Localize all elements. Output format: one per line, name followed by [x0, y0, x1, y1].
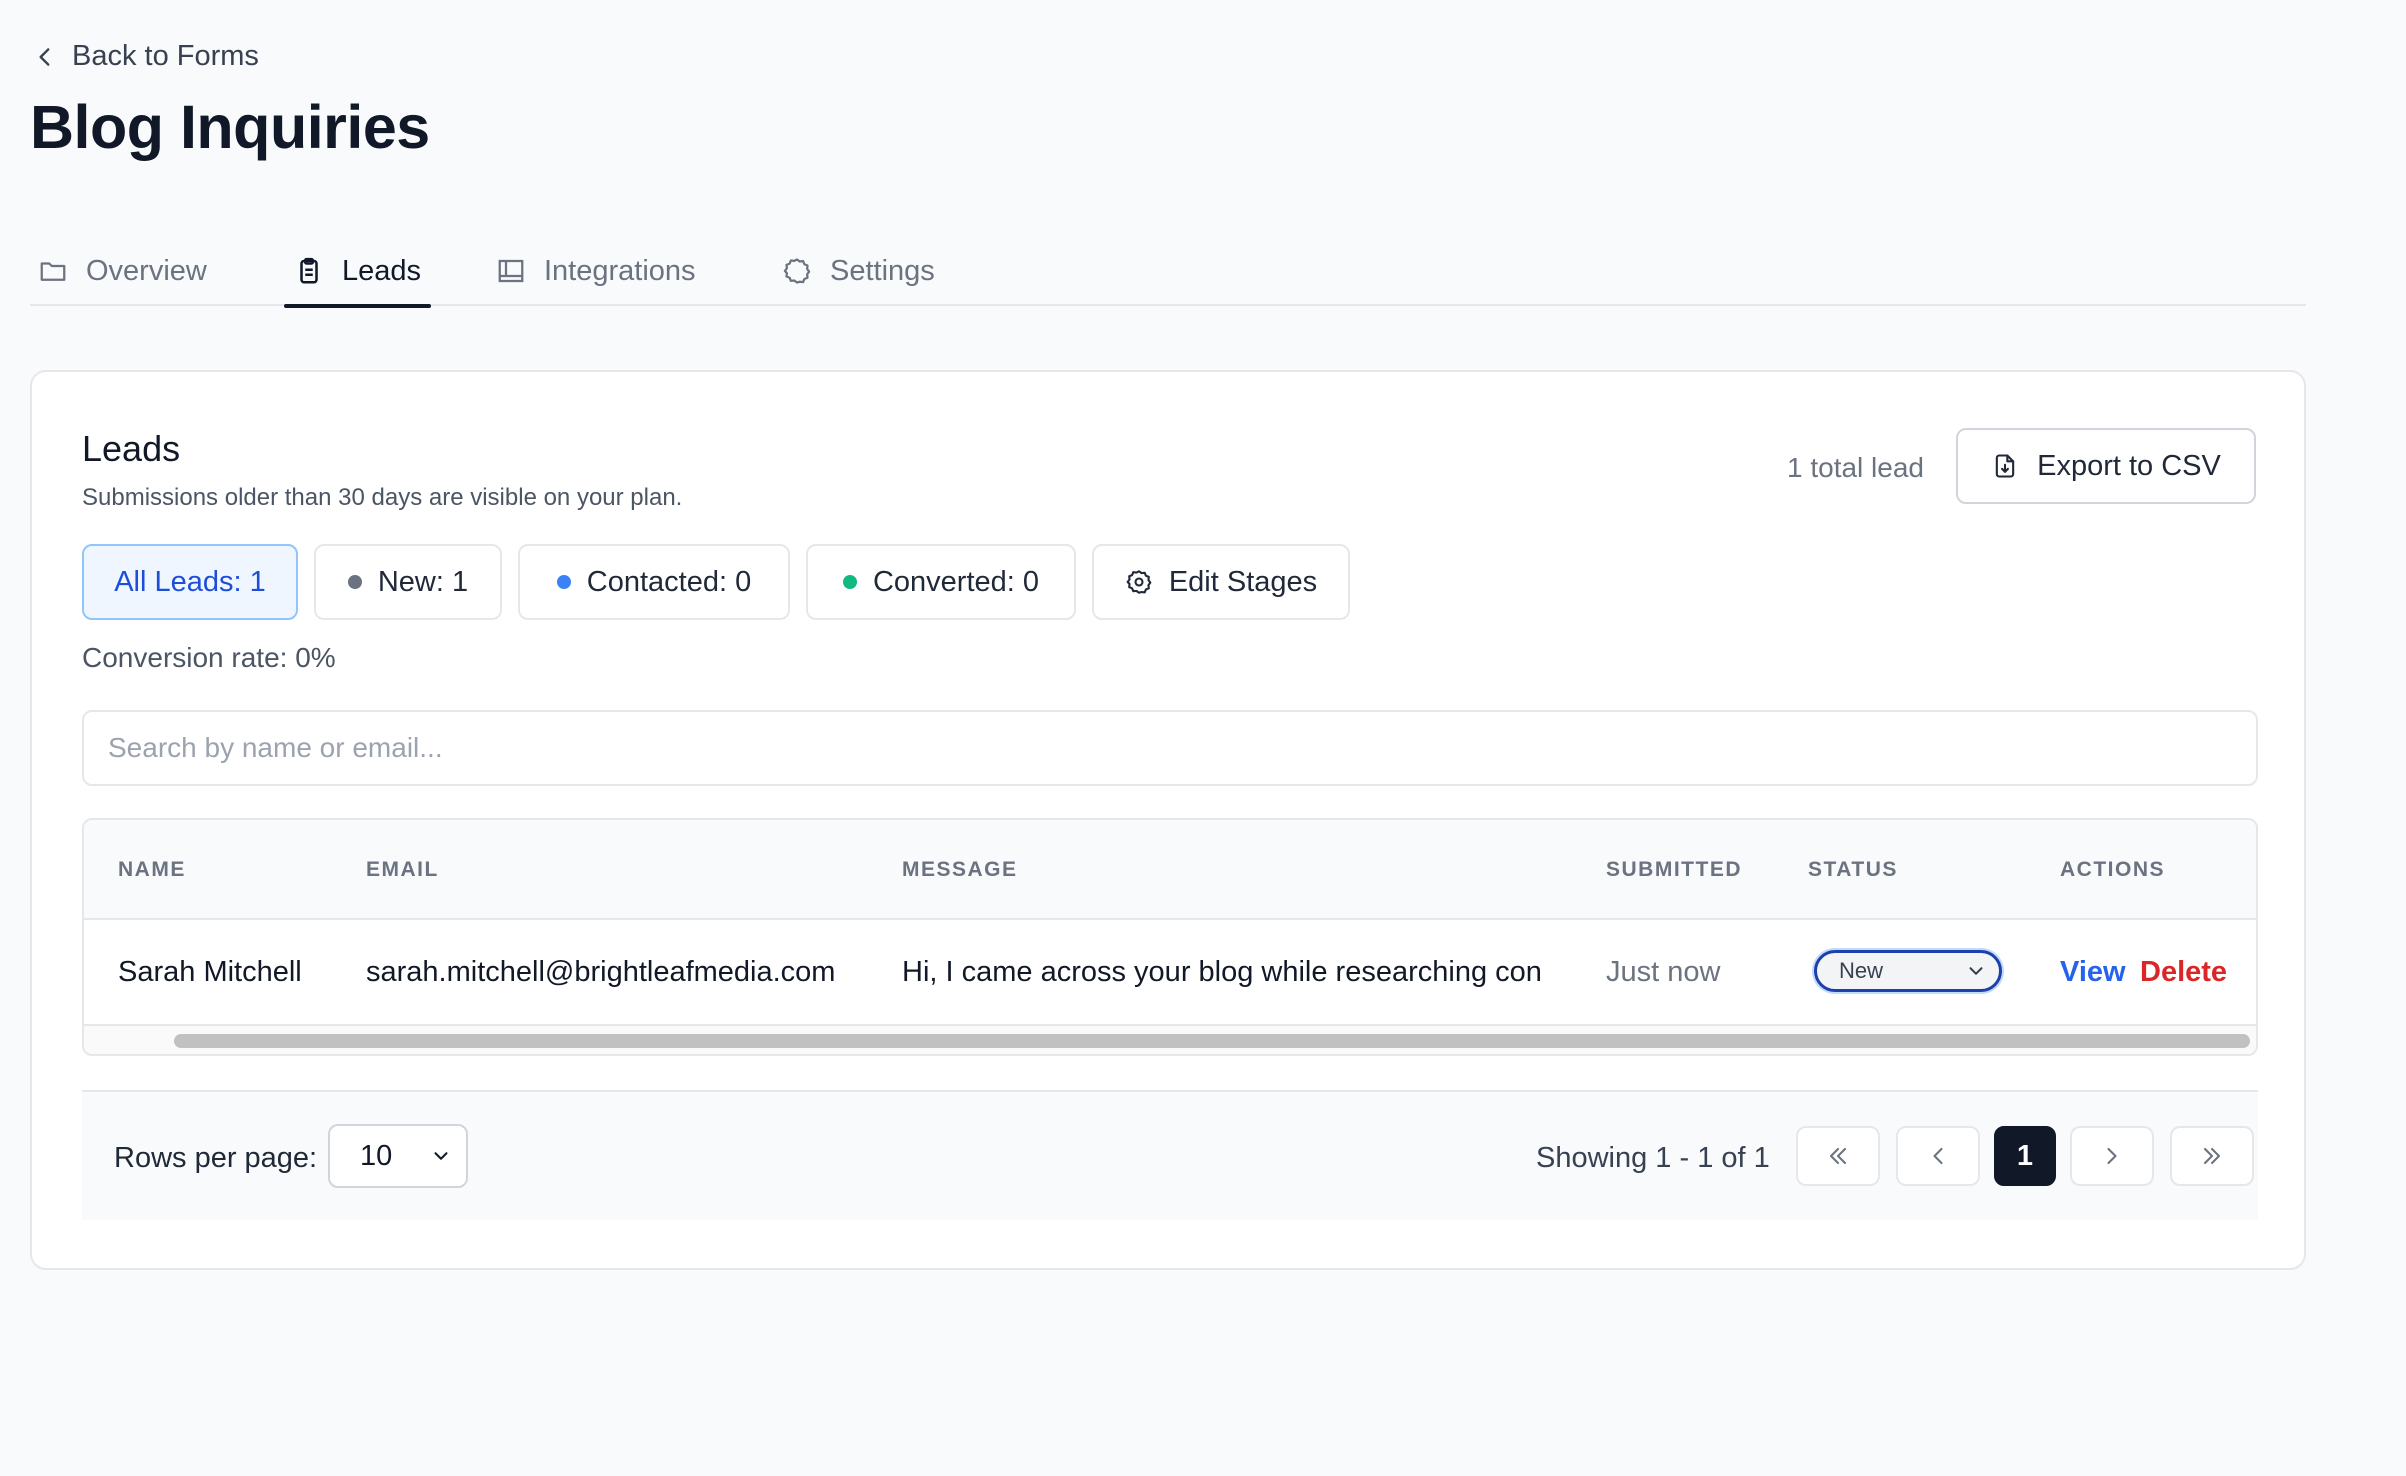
previous-page-button[interactable]: [1896, 1126, 1980, 1186]
gear-icon: [783, 258, 811, 284]
chevron-left-icon: [1933, 1147, 1943, 1165]
table-row[interactable]: Sarah Mitchell sarah.mitchell@brightleaf…: [84, 920, 2256, 1026]
rows-per-page-value: 10: [360, 1139, 393, 1172]
column-header-email: EMAIL: [366, 858, 439, 881]
chevrons-left-icon: [1829, 1147, 1847, 1165]
column-header-name: NAME: [118, 858, 186, 881]
export-csv-button[interactable]: Export to CSV: [1956, 428, 2256, 504]
tab-overview[interactable]: Overview: [38, 236, 207, 306]
lead-message: Hi, I came across your blog while resear…: [902, 956, 1542, 988]
lead-submitted: Just now: [1606, 956, 1721, 988]
leads-card: Leads Submissions older than 30 days are…: [30, 370, 2306, 1270]
pagination-summary: Showing 1 - 1 of 1: [1536, 1142, 1770, 1174]
file-download-icon: [1995, 454, 2015, 478]
filter-all-leads[interactable]: All Leads: 1: [82, 544, 298, 620]
layout-icon: [498, 259, 524, 283]
tab-settings-label: Settings: [830, 254, 935, 287]
next-page-button[interactable]: [2070, 1126, 2154, 1186]
column-header-message: MESSAGE: [902, 858, 1018, 881]
folder-icon: [40, 262, 66, 281]
table-header: NAME EMAIL MESSAGE SUBMITTED STATUS ACTI…: [84, 820, 2256, 920]
chevron-left-icon: [39, 47, 50, 66]
leads-card-title: Leads: [82, 428, 181, 469]
lead-name: Sarah Mitchell: [118, 956, 302, 988]
tab-leads[interactable]: Leads: [283, 236, 432, 308]
first-page-button[interactable]: [1796, 1126, 1880, 1186]
tab-leads-label: Leads: [342, 254, 422, 287]
tab-overview-label: Overview: [86, 254, 207, 287]
chevron-down-icon: [434, 1152, 448, 1160]
search-input[interactable]: [82, 710, 2258, 786]
filter-contacted[interactable]: Contacted: 0: [518, 544, 790, 620]
edit-stages-button[interactable]: Edit Stages: [1092, 544, 1350, 620]
page-button-current[interactable]: 1: [1994, 1126, 2056, 1186]
filter-new[interactable]: New: 1: [314, 544, 502, 620]
column-header-actions: ACTIONS: [2060, 858, 2165, 881]
gear-icon: [1126, 570, 1152, 594]
column-header-submitted: SUBMITTED: [1606, 858, 1742, 881]
stage-dot-converted: [842, 575, 857, 589]
filter-all-leads-label: All Leads: 1: [114, 565, 266, 598]
lead-status-value: New: [1839, 958, 1884, 983]
filter-contacted-label: Contacted: 0: [586, 565, 752, 598]
edit-stages-label: Edit Stages: [1168, 565, 1318, 598]
tab-integrations-label: Integrations: [544, 254, 696, 287]
tab-bar: Overview Leads Integrations Settings: [30, 236, 2306, 308]
horizontal-scrollbar[interactable]: [84, 1026, 2256, 1054]
chevron-down-icon: [1969, 967, 1983, 975]
conversion-rate: Conversion rate: 0%: [82, 642, 336, 673]
scrollbar-thumb[interactable]: [174, 1034, 2250, 1048]
export-csv-label: Export to CSV: [2037, 449, 2221, 482]
clipboard-icon: [300, 257, 318, 284]
leads-card-subtitle: Submissions older than 30 days are visib…: [82, 484, 683, 511]
chevrons-right-icon: [2203, 1147, 2221, 1165]
tab-integrations[interactable]: Integrations: [496, 236, 696, 306]
chevron-right-icon: [2107, 1147, 2117, 1165]
tab-settings[interactable]: Settings: [782, 236, 935, 306]
back-link-label: Back to Forms: [72, 40, 259, 72]
rows-per-page-select[interactable]: 10: [328, 1124, 468, 1188]
total-leads-count: 1 total lead: [1787, 452, 1924, 483]
filter-converted-label: Converted: 0: [872, 565, 1040, 598]
stage-dot-new: [347, 575, 362, 589]
column-header-status: STATUS: [1808, 858, 1898, 881]
view-lead-link[interactable]: View: [2060, 956, 2126, 989]
page-title: Blog Inquiries: [30, 93, 430, 161]
leads-table: NAME EMAIL MESSAGE SUBMITTED STATUS ACTI…: [82, 818, 2258, 1056]
delete-lead-link[interactable]: Delete: [2140, 956, 2227, 989]
rows-per-page-label: Rows per page:: [114, 1142, 318, 1174]
lead-status-select[interactable]: New: [1814, 950, 2002, 992]
back-to-forms-link[interactable]: Back to Forms: [32, 40, 259, 73]
lead-email: sarah.mitchell@brightleafmedia.com: [366, 956, 836, 988]
filter-new-label: New: 1: [377, 565, 469, 598]
pagination-bar: Rows per page: 10 Showing 1 - 1 of 1 1: [82, 1090, 2258, 1220]
last-page-button[interactable]: [2170, 1126, 2254, 1186]
stage-dot-contacted: [556, 575, 571, 589]
filter-converted[interactable]: Converted: 0: [806, 544, 1076, 620]
